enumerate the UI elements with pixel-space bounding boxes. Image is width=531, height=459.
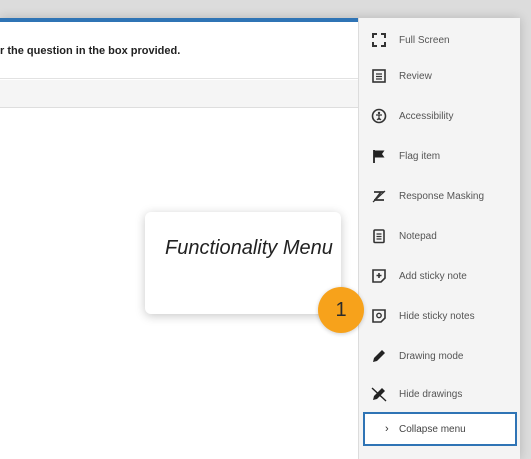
menu-item-drawing-mode[interactable]: Drawing mode: [359, 338, 520, 374]
menu-item-label: Notepad: [399, 230, 437, 242]
response-masking-icon: [371, 188, 387, 204]
callout-number-badge: 1: [318, 287, 364, 333]
menu-item-label: Full Screen: [399, 34, 450, 46]
menu-item-label: Drawing mode: [399, 350, 464, 362]
collapse-menu-label: Collapse menu: [399, 423, 466, 435]
menu-item-review[interactable]: Review: [359, 58, 520, 94]
screenshot-frame: r the question in the box provided. Full…: [0, 0, 531, 459]
toolbar-strip: [0, 80, 358, 108]
accessibility-icon: [371, 108, 387, 124]
menu-item-full-screen[interactable]: Full Screen: [359, 22, 520, 58]
menu-item-label: Hide sticky notes: [399, 310, 475, 322]
chevron-right-icon: ›: [385, 423, 389, 435]
callout-text: Functionality Menu: [165, 237, 333, 259]
functionality-menu: Full Screen Review Accessibility Flag it…: [358, 18, 520, 459]
functionality-menu-callout: Functionality Menu: [145, 212, 341, 314]
menu-item-label: Hide drawings: [399, 388, 463, 400]
menu-item-label: Flag item: [399, 150, 441, 162]
collapse-menu-button[interactable]: › Collapse menu: [363, 412, 517, 446]
menu-item-label: Add sticky note: [399, 270, 467, 282]
pencil-icon: [371, 348, 387, 364]
hide-drawings-icon: [371, 386, 387, 402]
fullscreen-icon: [371, 32, 387, 48]
menu-item-notepad[interactable]: Notepad: [359, 218, 520, 254]
instruction-bar: r the question in the box provided.: [0, 22, 358, 79]
flag-icon: [371, 148, 387, 164]
notepad-icon: [371, 228, 387, 244]
hide-sticky-notes-icon: [371, 308, 387, 324]
menu-item-response-masking[interactable]: Response Masking: [359, 178, 520, 214]
add-sticky-note-icon: [371, 268, 387, 284]
menu-item-hide-sticky-notes[interactable]: Hide sticky notes: [359, 298, 520, 334]
menu-item-accessibility[interactable]: Accessibility: [359, 98, 520, 134]
menu-item-label: Review: [399, 70, 432, 82]
menu-item-label: Response Masking: [399, 190, 485, 202]
menu-item-flag-item[interactable]: Flag item: [359, 138, 520, 174]
menu-item-label: Accessibility: [399, 110, 454, 122]
review-icon: [371, 68, 387, 84]
instruction-text: r the question in the box provided.: [0, 45, 181, 57]
menu-item-add-sticky-note[interactable]: Add sticky note: [359, 258, 520, 294]
menu-item-hide-drawings[interactable]: Hide drawings: [359, 376, 520, 412]
